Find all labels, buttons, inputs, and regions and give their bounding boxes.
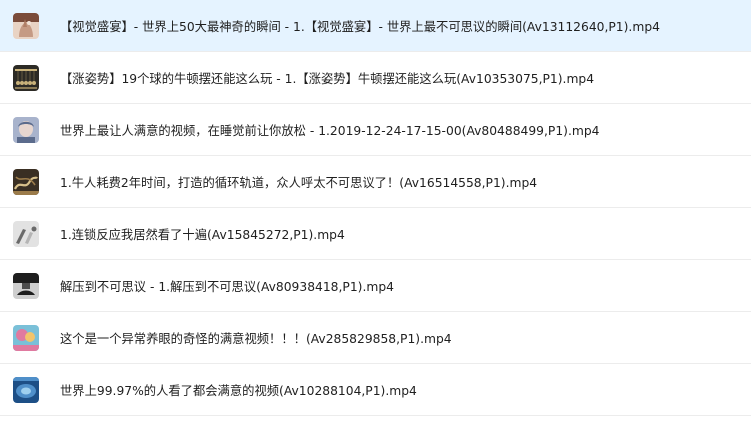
file-name: 这个是一个异常养眼的奇怪的满意视频！！！(Av285829858,P1).mp4 [60,332,452,346]
file-row[interactable]: 1.牛人耗费2年时间，打造的循环轨道，众人呼太不可思议了！(Av16514558… [0,156,751,208]
file-name: 【视觉盛宴】- 世界上50大最神奇的瞬间 - 1.【视觉盛宴】- 世界上最不可思… [60,20,660,34]
video-thumbnail-colorful [13,325,39,351]
video-thumbnail-track [13,169,39,195]
file-name: 世界上最让人满意的视频，在睡觉前让你放松 - 1.2019-12-24-17-1… [60,124,600,138]
file-row[interactable]: 解压到不可思议 - 1.解压到不可思议(Av80938418,P1).mp4 [0,260,751,312]
video-thumbnail-press [13,273,39,299]
video-thumbnail-face [13,117,39,143]
file-name: 【涨姿势】19个球的牛顿摆还能这么玩 - 1.【涨姿势】牛顿摆还能这么玩(Av1… [60,72,595,86]
file-row[interactable]: 这个是一个异常养眼的奇怪的满意视频！！！(Av285829858,P1).mp4 [0,312,751,364]
file-list: 【视觉盛宴】- 世界上50大最神奇的瞬间 - 1.【视觉盛宴】- 世界上最不可思… [0,0,751,428]
video-thumbnail-hand [13,13,39,39]
file-name: 世界上99.97%的人看了都会满意的视频(Av10288104,P1).mp4 [60,384,417,398]
file-row[interactable]: 世界上最让人满意的视频，在睡觉前让你放松 - 1.2019-12-24-17-1… [0,104,751,156]
file-row[interactable]: 1.连锁反应我居然看了十遍(Av15845272,P1).mp4 [0,208,751,260]
file-row[interactable]: 【视觉盛宴】- 世界上50大最神奇的瞬间 - 1.【视觉盛宴】- 世界上最不可思… [0,0,751,52]
video-thumbnail-newtons-cradle [13,65,39,91]
file-name: 1.牛人耗费2年时间，打造的循环轨道，众人呼太不可思议了！(Av16514558… [60,176,538,190]
file-row[interactable]: 【涨姿势】19个球的牛顿摆还能这么玩 - 1.【涨姿势】牛顿摆还能这么玩(Av1… [0,52,751,104]
video-thumbnail-blue [13,377,39,403]
file-row[interactable]: 世界上99.97%的人看了都会满意的视频(Av10288104,P1).mp4 [0,364,751,416]
file-name: 解压到不可思议 - 1.解压到不可思议(Av80938418,P1).mp4 [60,280,394,294]
video-thumbnail-domino [13,221,39,247]
file-name: 1.连锁反应我居然看了十遍(Av15845272,P1).mp4 [60,228,345,242]
